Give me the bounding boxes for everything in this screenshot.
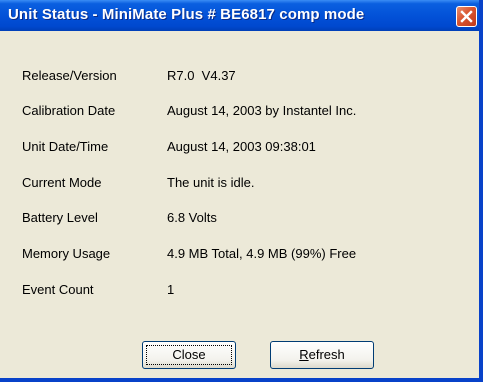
unit-date-time-value: August 14, 2003 09:38:01	[167, 139, 316, 154]
event-count-value: 1	[167, 282, 175, 297]
current-mode-label: Current Mode	[22, 175, 102, 190]
calibration-date-label: Calibration Date	[22, 103, 116, 118]
refresh-accelerator-key: R	[299, 347, 309, 362]
close-button-label: Close	[172, 347, 206, 362]
release-version-value: R7.0 V4.37	[167, 68, 236, 83]
refresh-label-rest: efresh	[308, 347, 345, 362]
refresh-button[interactable]: Refresh	[270, 341, 374, 369]
close-button[interactable]: Close	[142, 341, 236, 369]
unit-date-time-label: Unit Date/Time	[22, 139, 109, 154]
memory-usage-label: Memory Usage	[22, 246, 111, 261]
refresh-button-label: Refresh	[299, 347, 345, 362]
memory-usage-value: 4.9 MB Total, 4.9 MB (99%) Free	[167, 246, 357, 261]
window-title: Unit Status - MiniMate Plus # BE6817 com…	[8, 6, 365, 23]
event-count-label: Event Count	[22, 282, 94, 297]
title-bar[interactable]: Unit Status - MiniMate Plus # BE6817 com…	[0, 0, 479, 31]
release-version-label: Release/Version	[22, 68, 117, 83]
window-close-button[interactable]	[456, 6, 477, 27]
unit-status-dialog: Unit Status - MiniMate Plus # BE6817 com…	[0, 0, 483, 382]
calibration-date-value: August 14, 2003 by Instantel Inc.	[167, 103, 357, 118]
battery-level-value: 6.8 Volts	[167, 210, 217, 225]
battery-level-label: Battery Level	[22, 210, 98, 225]
current-mode-value: The unit is idle.	[167, 175, 255, 190]
close-x-icon	[460, 10, 473, 23]
